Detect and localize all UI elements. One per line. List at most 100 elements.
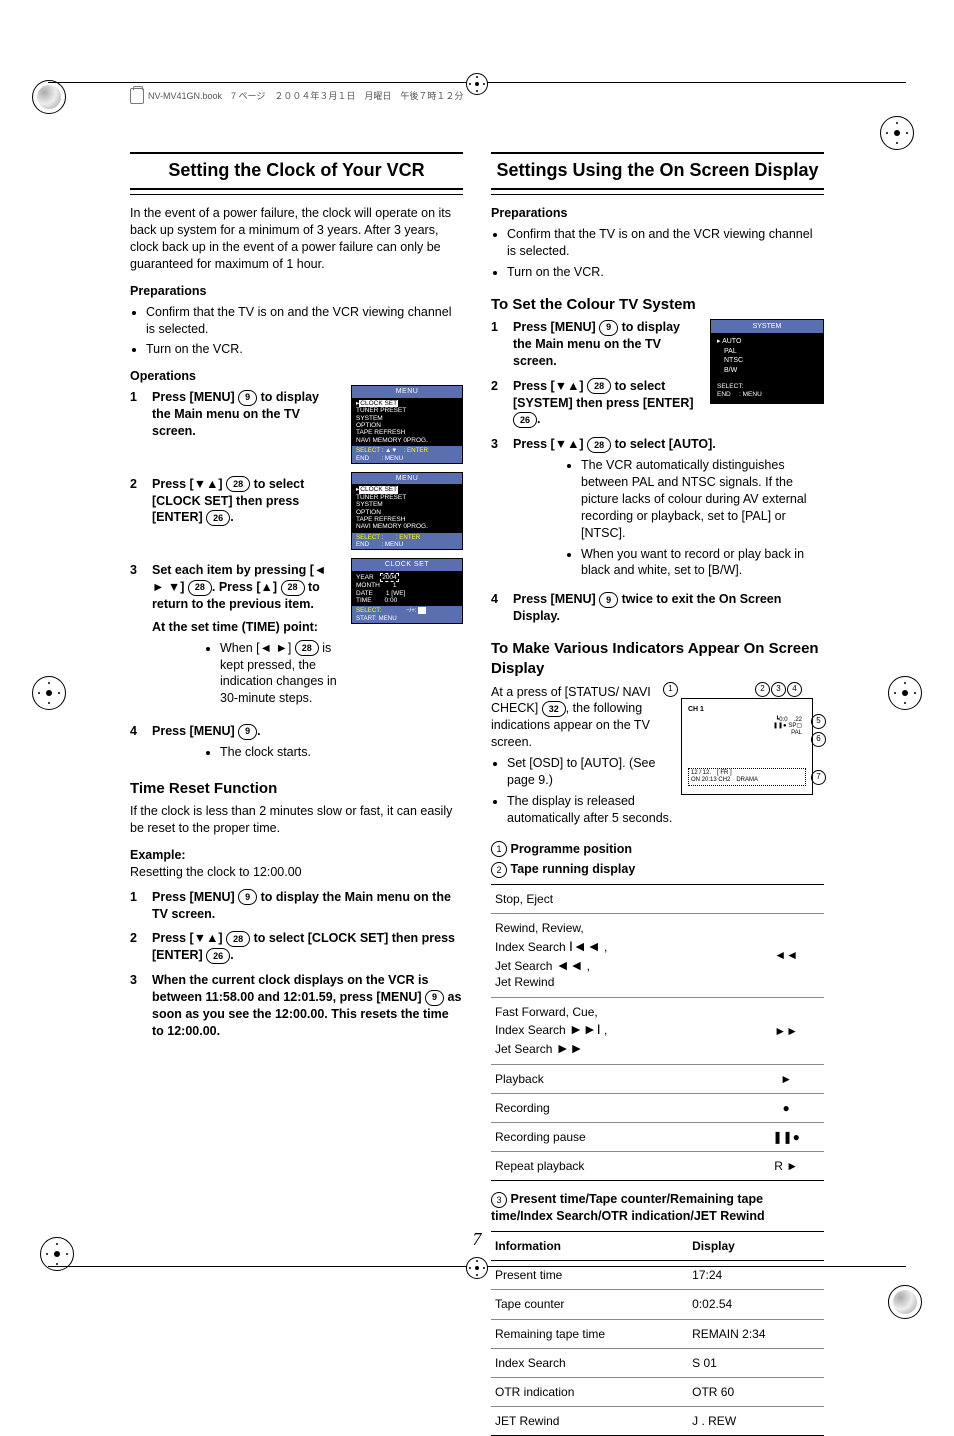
table-cell: Remaining tape time — [491, 1319, 688, 1348]
button-ref: 28 — [188, 580, 212, 596]
section-heading-osd: Settings Using the On Screen Display — [491, 158, 824, 182]
prep-item: Confirm that the TV is on and the VCR vi… — [507, 226, 824, 260]
page-number: 7 — [0, 1227, 954, 1251]
example-desc: Resetting the clock to 12:00.00 — [130, 864, 463, 881]
osd-indicator-diagram: 1 2 3 4 5 6 7 CH 1 ┗0:0 .22 ❚❚● SP▢ PAL … — [659, 684, 824, 804]
osd-system-box: SYSTEM ▸ AUTO PAL NTSC B/W SELECT: END :… — [710, 319, 824, 404]
button-ref: 28 — [295, 640, 319, 656]
table-cell: Stop, Eject — [491, 885, 748, 914]
button-ref: 9 — [599, 320, 618, 336]
crop-target-mr — [888, 676, 922, 710]
book-header-text: NV-MV41GN.book 7 ページ ２００４年３月１日 月曜日 午後７時１… — [148, 90, 463, 102]
example-step-2: 2 Press [▼▲] 28 to select [CLOCK SET] th… — [130, 930, 463, 964]
button-ref: 28 — [281, 580, 305, 596]
button-ref: 9 — [238, 889, 257, 905]
table-cell: REMAIN 2:34 — [688, 1319, 824, 1348]
crop-target-tr — [880, 116, 914, 150]
table-cell: ❚❚● — [748, 1122, 824, 1151]
example-step-1: 1 Press [MENU] 9 to display the Main men… — [130, 889, 463, 923]
rule — [130, 152, 463, 154]
book-icon — [130, 88, 144, 104]
system-title: SYSTEM — [711, 320, 823, 333]
callout-5: 5 — [811, 714, 826, 729]
step-1: 1 Press [MENU] 9 to display the Main men… — [130, 389, 341, 440]
table-cell: Fast Forward, Cue,Index Search ►►I ,Jet … — [491, 997, 748, 1064]
table-cell: OTR 60 — [688, 1378, 824, 1407]
colour-heading: To Set the Colour TV System — [491, 295, 824, 315]
button-ref: 9 — [425, 990, 444, 1006]
colour-step-2: 2 Press [▼▲] 28 to select [SYSTEM] then … — [491, 378, 700, 429]
preparations-heading: Preparations — [130, 283, 463, 300]
button-ref: 28 — [587, 378, 611, 394]
table-cell: ►► — [748, 997, 824, 1064]
example-step-3: 3 When the current clock displays on the… — [130, 972, 463, 1040]
rule — [130, 188, 463, 190]
table-cell: Tape counter — [491, 1290, 688, 1319]
table-cell: Index Search — [491, 1348, 688, 1377]
table-cell: S 01 — [688, 1348, 824, 1377]
crop-mark-swirl-br — [888, 1285, 922, 1319]
sub-note: When [◄ ►] 28 is kept pressed, the indic… — [220, 640, 341, 708]
prep-item: Confirm that the TV is on and the VCR vi… — [146, 304, 463, 338]
button-ref: 26 — [206, 948, 230, 964]
indicators-heading: To Make Various Indicators Appear On Scr… — [491, 639, 824, 680]
colour-step-4: 4 Press [MENU] 9 twice to exit the On Sc… — [491, 591, 824, 625]
table-cell: ● — [748, 1093, 824, 1122]
colour-step-3: 3 Press [▼▲] 28 to select [AUTO]. The VC… — [491, 436, 824, 583]
table-cell: Recording pause — [491, 1122, 748, 1151]
sub-note: The clock starts. — [220, 744, 463, 761]
section-heading-clock: Setting the Clock of Your VCR — [130, 158, 463, 182]
button-ref: 28 — [226, 931, 250, 947]
legend-2: 2 Tape running display — [491, 861, 824, 878]
button-ref: 9 — [599, 592, 618, 608]
tape-running-table: Stop, EjectRewind, Review,Index Search I… — [491, 884, 824, 1181]
callout-7: 7 — [811, 770, 826, 785]
crop-target-ml — [32, 676, 66, 710]
osd-menu-box-1: MENU ▸CLOCK SET TUNER PRESET SYSTEM OPTI… — [351, 385, 463, 464]
button-ref: 32 — [542, 701, 566, 717]
operations-heading: Operations — [130, 368, 463, 385]
button-ref: 26 — [206, 510, 230, 526]
rule — [130, 194, 463, 195]
callout-1: 1 — [663, 682, 678, 697]
step-3: 3 Set each item by pressing [◄ ► ▼] 28. … — [130, 562, 341, 711]
button-ref: 9 — [238, 724, 257, 740]
table-cell: Playback — [491, 1064, 748, 1093]
callout-3: 3 — [771, 682, 786, 697]
menu-title: CLOCK SET — [352, 559, 462, 570]
button-ref: 9 — [238, 390, 257, 406]
table-cell: 0:02.54 — [688, 1290, 824, 1319]
table-cell: R ► — [748, 1152, 824, 1181]
time-reset-heading: Time Reset Function — [130, 779, 463, 799]
prep-item: Turn on the VCR. — [507, 264, 824, 281]
book-filename-header: NV-MV41GN.book 7 ページ ２００４年３月１日 月曜日 午後７時１… — [130, 88, 463, 104]
table-cell: Repeat playback — [491, 1152, 748, 1181]
table-cell — [748, 885, 824, 914]
table-cell: ► — [748, 1064, 824, 1093]
button-ref: 26 — [513, 412, 537, 428]
osd-menu-box-2: MENU ▸CLOCK SET TUNER PRESET SYSTEM OPTI… — [351, 472, 463, 551]
step-4: 4 Press [MENU] 9. The clock starts. — [130, 723, 463, 765]
footer-rule — [48, 1266, 906, 1279]
preparations-heading: Preparations — [491, 205, 824, 222]
table-cell: JET Rewind — [491, 1407, 688, 1436]
callout-2: 2 — [755, 682, 770, 697]
table-cell: Rewind, Review,Index Search I◄◄ ,Jet Sea… — [491, 914, 748, 997]
callout-6: 6 — [811, 732, 826, 747]
menu-title: MENU — [352, 473, 462, 484]
table-cell: OTR indication — [491, 1378, 688, 1407]
prep-item: Turn on the VCR. — [146, 341, 463, 358]
sub-heading: At the set time (TIME) point: — [152, 619, 341, 636]
osd-clock-set-box: CLOCK SET YEAR 2004 MONTH 1 DATE 1 [WE] … — [351, 558, 463, 624]
example-heading: Example: — [130, 847, 463, 864]
info-display-table: Information Display Present time17:24Tap… — [491, 1231, 824, 1436]
callout-4: 4 — [787, 682, 802, 697]
colour-step-1: 1 Press [MENU] 9 to display the Main men… — [491, 319, 700, 370]
intro-text: In the event of a power failure, the clo… — [130, 205, 463, 273]
button-ref: 28 — [226, 476, 250, 492]
step-2: 2 Press [▼▲] 28 to select [CLOCK SET] th… — [130, 476, 341, 527]
menu-title: MENU — [352, 386, 462, 397]
table-cell: J . REW — [688, 1407, 824, 1436]
time-reset-body: If the clock is less than 2 minutes slow… — [130, 803, 463, 837]
button-ref: 28 — [587, 437, 611, 453]
